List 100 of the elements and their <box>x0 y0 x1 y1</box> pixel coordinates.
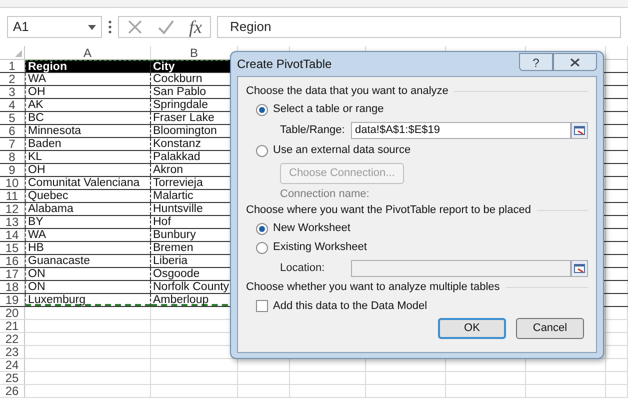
table-cell: HB <box>28 242 44 254</box>
table-cell: Liberia <box>153 255 188 267</box>
field-label: Table/Range: <box>280 122 346 138</box>
more-options-icon[interactable] <box>108 20 112 34</box>
table-cell: Osgoode <box>153 268 200 280</box>
radio-button[interactable] <box>256 242 268 254</box>
table-cell: OH <box>28 86 46 98</box>
row-number[interactable]: 18 <box>5 280 19 294</box>
table-cell: San Pablo <box>153 86 206 98</box>
table-cell: ON <box>28 281 46 293</box>
row-number[interactable]: 17 <box>5 267 19 281</box>
table-cell: Norfolk County <box>153 281 230 293</box>
table-cell: Akron <box>153 164 184 176</box>
input-field[interactable]: data!$A$1:$E$19 <box>351 122 571 138</box>
row-number[interactable]: 19 <box>5 293 19 307</box>
row-number[interactable]: 26 <box>5 384 19 398</box>
field-label: Location: <box>280 260 326 276</box>
section-heading: Choose whether you want to analyze multiple tables <box>246 280 500 296</box>
row-number[interactable]: 12 <box>5 202 19 216</box>
radio-label[interactable]: Existing Worksheet <box>273 239 367 256</box>
table-cell: Bloomington <box>153 125 217 137</box>
range-picker-button[interactable] <box>571 260 588 276</box>
section-heading: Choose where you want the PivotTable report to be placed <box>246 203 531 218</box>
row-number[interactable]: 1 <box>8 59 16 73</box>
column-heading: Region <box>28 61 67 73</box>
table-cell: BC <box>28 112 44 124</box>
row-number[interactable]: 7 <box>8 137 16 151</box>
help-button[interactable]: ? <box>519 53 553 71</box>
row-number[interactable]: 16 <box>5 254 19 268</box>
formula-field[interactable]: Region <box>217 16 621 38</box>
close-button[interactable] <box>553 53 597 71</box>
radio-button[interactable] <box>256 144 268 156</box>
row-number[interactable]: 13 <box>5 215 19 229</box>
table-cell: Fraser Lake <box>153 112 214 124</box>
range-picker-button[interactable] <box>571 122 588 138</box>
row-number[interactable]: 2 <box>8 72 16 86</box>
cell-reference: A1 <box>13 18 29 36</box>
table-cell: OH <box>28 164 46 176</box>
table-cell: WA <box>28 73 46 85</box>
check-icon[interactable] <box>157 19 175 35</box>
table-cell: ON <box>28 268 46 280</box>
row-number[interactable]: 3 <box>8 85 16 99</box>
section-heading: Choose the data that you want to analyze <box>246 84 448 100</box>
table-cell: Torrevieja <box>153 177 203 189</box>
table-cell: Minnesota <box>28 125 82 137</box>
connection-name-label: Connection name: <box>280 186 370 202</box>
dialog-button[interactable]: OK <box>438 318 506 339</box>
row-number[interactable]: 23 <box>5 345 19 359</box>
column-header[interactable]: B <box>190 46 198 60</box>
table-cell: Bunbury <box>153 229 196 241</box>
table-cell: Palakkad <box>153 151 200 163</box>
table-cell: Malartic <box>153 190 194 202</box>
table-cell: Alabama <box>28 203 74 215</box>
insert-function-button[interactable]: fx <box>189 18 202 36</box>
table-cell: Cockburn <box>153 73 202 85</box>
dialog-button[interactable]: Cancel <box>516 318 584 339</box>
radio-button[interactable] <box>256 104 268 116</box>
row-number[interactable]: 14 <box>5 228 19 242</box>
table-cell: Hof <box>153 216 171 228</box>
radio-button[interactable] <box>256 222 268 234</box>
table-cell: AK <box>28 99 44 111</box>
checkbox[interactable] <box>256 300 268 312</box>
row-number[interactable]: 24 <box>5 358 19 372</box>
table-cell: Huntsville <box>153 203 203 215</box>
table-cell: Konstanz <box>153 138 201 150</box>
table-cell: Luxemburg <box>28 294 86 306</box>
close-icon <box>570 58 580 66</box>
row-number[interactable]: 11 <box>6 189 18 203</box>
table-cell: Guanacaste <box>28 255 90 267</box>
table-cell: BY <box>28 216 44 228</box>
dropdown-caret-icon[interactable] <box>88 24 96 30</box>
table-cell: WA <box>28 229 46 241</box>
row-number[interactable]: 4 <box>8 98 16 112</box>
radio-label[interactable]: New Worksheet <box>273 220 350 237</box>
row-number[interactable]: 8 <box>8 150 16 164</box>
name-box[interactable]: A1 <box>7 16 102 38</box>
table-cell: Comunitat Valenciana <box>28 177 140 189</box>
checkbox-label[interactable]: Add this data to the Data Model <box>273 298 428 314</box>
collapse-dialog-icon <box>574 126 585 134</box>
table-cell: Springdale <box>153 99 208 111</box>
row-number[interactable]: 6 <box>8 124 16 138</box>
row-number[interactable]: 15 <box>5 241 19 255</box>
table-cell: KL <box>28 151 42 163</box>
table-cell: Amberloup <box>153 294 209 306</box>
row-number[interactable]: 20 <box>5 306 19 320</box>
row-number[interactable]: 25 <box>5 371 19 385</box>
radio-label[interactable]: Select a table or range <box>273 101 384 118</box>
dialog-title: Create PivotTable <box>237 56 333 73</box>
collapse-dialog-icon <box>574 264 585 272</box>
radio-label[interactable]: Use an external data source <box>273 142 411 159</box>
column-heading: City <box>153 61 175 73</box>
row-number[interactable]: 9 <box>8 163 16 177</box>
table-cell: Quebec <box>28 190 68 202</box>
row-number[interactable]: 5 <box>8 111 16 125</box>
column-header[interactable]: A <box>83 46 92 60</box>
row-number[interactable]: 10 <box>5 176 19 190</box>
table-cell: Bremen <box>153 242 194 254</box>
row-number[interactable]: 21 <box>5 319 19 333</box>
row-number[interactable]: 22 <box>5 332 19 346</box>
table-cell: Baden <box>28 138 62 150</box>
